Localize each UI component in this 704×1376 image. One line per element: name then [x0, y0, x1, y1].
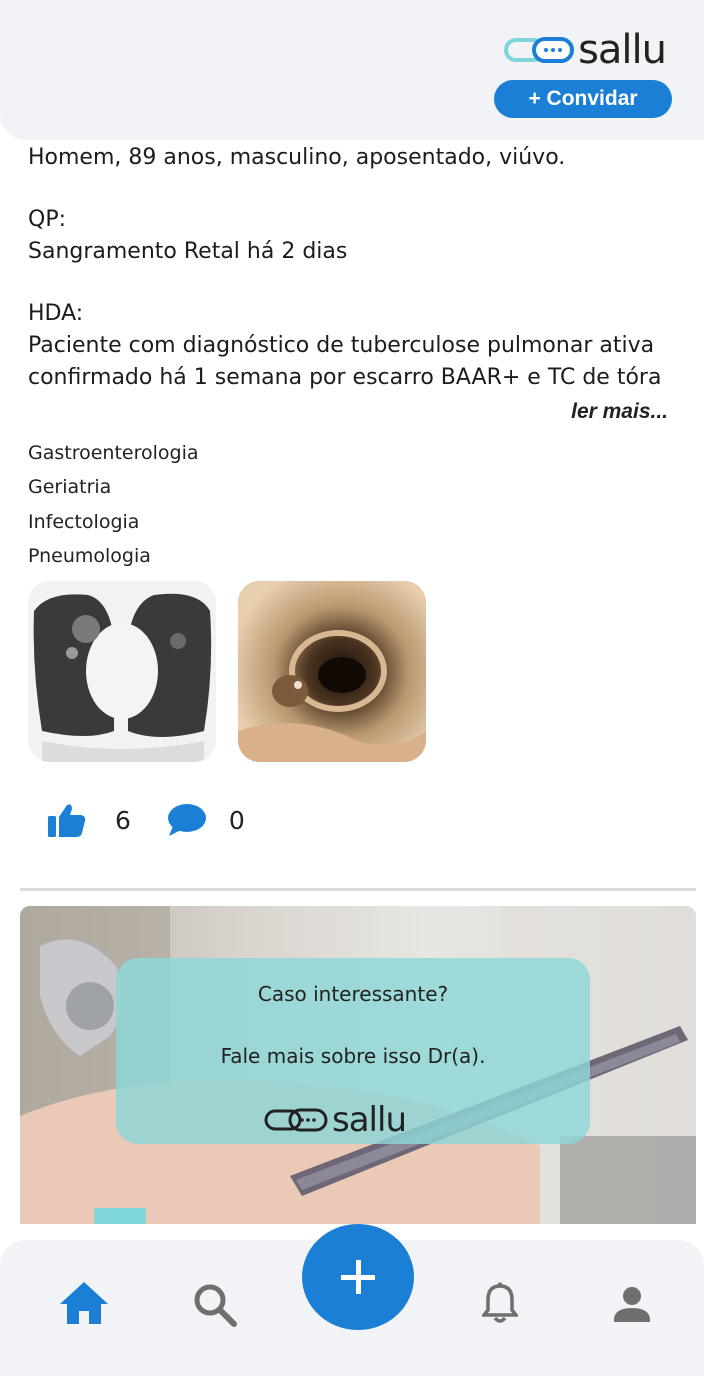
post-line: Sangramento Retal há 2 dias	[28, 239, 348, 264]
post-line: HDA:	[28, 301, 84, 326]
read-more-link[interactable]: ler mais...	[571, 400, 668, 424]
tag[interactable]: Gastroenterologia	[28, 436, 199, 470]
post-line: confirmado há 1 semana por escarro BAAR+…	[28, 365, 662, 390]
invite-button[interactable]: + Convidar	[494, 80, 672, 118]
specialty-tags: Gastroenterologia Geriatria Infectologia…	[28, 436, 199, 573]
post-body: Homem, 89 anos, masculino, aposentado, v…	[28, 142, 668, 394]
brand-logo: sallu	[504, 26, 667, 74]
post-line: Paciente com diagnóstico de tuberculose …	[28, 333, 655, 358]
profile-icon[interactable]	[614, 1286, 650, 1322]
like-count: 6	[115, 805, 131, 835]
brand-name: sallu	[578, 27, 667, 73]
banner-subtitle: Fale mais sobre isso Dr(a).	[220, 1044, 486, 1068]
home-icon[interactable]	[58, 1280, 110, 1326]
tag[interactable]: Geriatria	[28, 470, 199, 504]
add-post-button[interactable]	[302, 1224, 414, 1330]
logo-capsule-icon	[504, 37, 575, 63]
chest-ct-image[interactable]	[28, 581, 216, 762]
search-icon[interactable]	[192, 1282, 238, 1328]
tag[interactable]: Infectologia	[28, 505, 199, 539]
add-icon	[341, 1260, 375, 1294]
banner-title: Caso interessante?	[257, 982, 449, 1006]
comment-icon[interactable]	[167, 803, 207, 837]
feed-divider	[20, 888, 696, 891]
post-line: Homem, 89 anos, masculino, aposentado, v…	[28, 145, 566, 170]
banner-card: Caso interessante? Fale mais sobre isso …	[116, 958, 590, 1144]
tag[interactable]: Pneumologia	[28, 539, 199, 573]
comment-count: 0	[228, 805, 245, 835]
bell-icon[interactable]	[482, 1282, 518, 1324]
endoscopy-image[interactable]	[238, 581, 426, 762]
post-line: QP:	[28, 207, 66, 232]
promo-banner[interactable]: Caso interessante? Fale mais sobre isso …	[20, 906, 696, 1224]
banner-brand-name: sallu	[332, 1100, 407, 1140]
top-header: sallu + Convidar	[0, 0, 704, 140]
logo-capsule-icon	[264, 1108, 328, 1132]
post-actions: 6 0	[48, 800, 245, 840]
banner-logo: sallu	[264, 1100, 407, 1140]
like-icon[interactable]	[48, 803, 86, 837]
